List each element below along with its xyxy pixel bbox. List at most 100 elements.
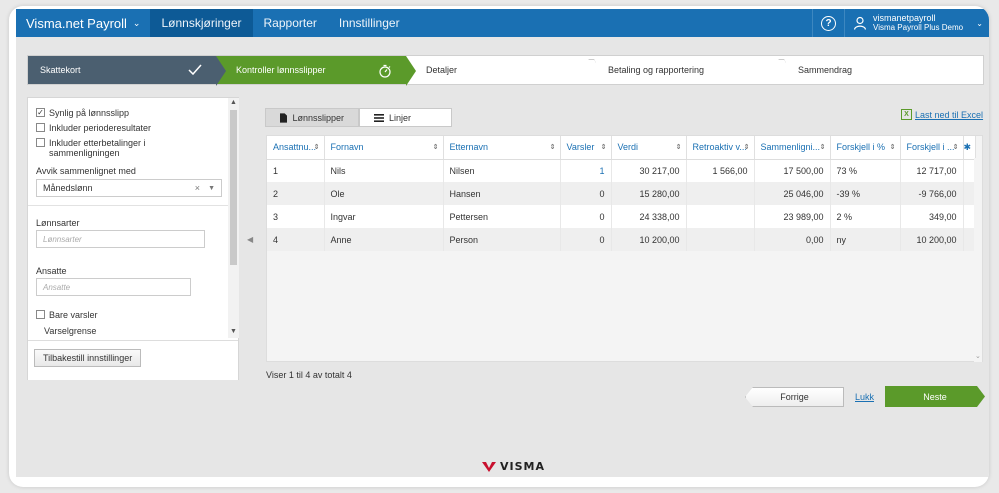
- column-header[interactable]: Sammenligni... ⇕: [754, 136, 831, 160]
- sort-icon: ⇕: [432, 144, 439, 151]
- logo-text: VISMA: [500, 460, 545, 473]
- app-switcher[interactable]: Visma.net Payroll ⌄: [16, 9, 150, 37]
- employees-input[interactable]: Ansatte: [36, 278, 191, 296]
- cell-retroactive: [686, 182, 755, 205]
- column-settings-button[interactable]: ✱: [963, 136, 976, 160]
- close-link[interactable]: Lukk: [855, 392, 874, 402]
- previous-button[interactable]: Forrige: [745, 387, 844, 407]
- reset-settings-button[interactable]: Tilbakestill innstillinger: [34, 349, 142, 367]
- only-warnings-checkbox[interactable]: [36, 310, 45, 319]
- step-tax-cards[interactable]: Skattekort: [28, 56, 226, 86]
- checkbox-label: Inkluder etterbetalinger i sammenligning…: [49, 138, 146, 158]
- sort-icon: ⇕: [675, 144, 682, 151]
- paging-info: Viser 1 til 4 av totalt 4: [266, 370, 352, 380]
- include-period-results-checkbox[interactable]: [36, 123, 45, 132]
- step-label: Skattekort: [40, 65, 81, 75]
- top-navigation-bar: Visma.net Payroll ⌄ Lønnskjøringer Rappo…: [16, 9, 989, 37]
- scroll-down-icon[interactable]: ⌄: [975, 352, 981, 360]
- nav-payroll-runs[interactable]: Lønnskjøringer: [150, 9, 253, 37]
- visible-on-payslip-option[interactable]: ✓ Synlig på lønnsslipp: [28, 108, 228, 118]
- excel-icon: X: [901, 109, 912, 120]
- column-header[interactable]: Forskjell i % ⇕: [830, 136, 901, 160]
- scroll-up-icon[interactable]: ▲: [230, 99, 237, 106]
- tab-label: Linjer: [389, 112, 412, 123]
- table-header-row: Ansattnu... ⇕ Fornavn ⇕ Etternavn ⇕ Varsler…: [267, 136, 976, 160]
- payslip-table: Ansattnu... ⇕ Fornavn ⇕ Etternavn ⇕ Varsler…: [267, 136, 976, 251]
- user-company: Visma Payroll Plus Demo: [873, 23, 964, 32]
- step-details[interactable]: Detaljer: [406, 56, 596, 84]
- sort-icon: ⇕: [952, 144, 959, 151]
- column-header[interactable]: Ansattnu... ⇕: [267, 136, 325, 160]
- scrollbar-thumb[interactable]: [230, 110, 237, 265]
- checkbox-label: Synlig på lønnsslipp: [49, 108, 130, 118]
- warning-limit-label: Varselgrense: [44, 326, 97, 336]
- table-row[interactable]: 1 Nils Nilsen 1 30 217,00 1 566,00 17 50…: [267, 159, 976, 182]
- cell-warnings: 0: [560, 205, 612, 228]
- compare-select[interactable]: Månedslønn × ▼: [36, 179, 222, 197]
- clear-icon[interactable]: ×: [195, 183, 200, 193]
- tab-lines[interactable]: Linjer: [359, 108, 452, 127]
- cell-last-name: Person: [443, 228, 561, 251]
- column-header[interactable]: Retroaktiv v... ⇕: [686, 136, 755, 160]
- download-excel-label: Last ned til Excel: [915, 109, 984, 120]
- cell-last-name: Nilsen: [443, 159, 561, 182]
- filter-scrollbar[interactable]: ▲ ▼: [228, 98, 239, 338]
- dropdown-arrow-icon[interactable]: ▼: [208, 185, 215, 192]
- collapse-panel-icon[interactable]: ◀: [247, 235, 253, 244]
- cell-diff-amount: 349,00: [900, 205, 964, 228]
- tab-payslips[interactable]: Lønnsslipper: [265, 108, 359, 127]
- app: Visma.net Payroll ⌄ Lønnskjøringer Rappo…: [16, 9, 989, 477]
- nav-settings[interactable]: Innstillinger: [328, 9, 411, 37]
- download-excel-link[interactable]: X Last ned til Excel: [901, 109, 983, 120]
- cell-comparison: 25 046,00: [754, 182, 831, 205]
- help-icon: ?: [821, 15, 836, 31]
- app-title: Visma.net Payroll: [26, 15, 127, 31]
- cell-diff-amount: 10 200,00: [900, 228, 964, 251]
- step-payment-reporting[interactable]: Betaling og rapportering: [596, 56, 786, 84]
- column-header[interactable]: Varsler ⇕: [560, 136, 612, 160]
- only-warnings-option[interactable]: Bare varsler: [28, 310, 228, 320]
- table-row[interactable]: 2 Ole Hansen 0 15 280,00 25 046,00 -39 %…: [267, 182, 976, 205]
- cell-employee-no: 2: [267, 182, 325, 205]
- include-after-payments-checkbox[interactable]: [36, 138, 45, 147]
- cell-warnings: 0: [560, 182, 612, 205]
- tab-label: Lønnsslipper: [292, 112, 344, 123]
- sort-icon: ⇕: [549, 144, 556, 151]
- include-period-results-option[interactable]: Inkluder perioderesultater: [28, 123, 228, 133]
- chevron-down-icon: ⌄: [976, 18, 983, 28]
- sort-icon: ⇕: [819, 144, 826, 151]
- cell-retroactive: 1 566,00: [686, 159, 755, 182]
- user-name: vismanetpayroll: [873, 13, 936, 23]
- cell-comparison: 23 989,00: [754, 205, 831, 228]
- column-header[interactable]: Fornavn ⇕: [324, 136, 444, 160]
- cell-first-name: Ingvar: [324, 205, 444, 228]
- scroll-down-icon[interactable]: ▼: [230, 328, 237, 335]
- filter-scroll-area: ✓ Synlig på lønnsslipp Inkluder perioder…: [28, 98, 228, 338]
- sort-icon: ⇕: [600, 144, 607, 151]
- cell-diff-amount: -9 766,00: [900, 182, 964, 205]
- include-after-payments-option[interactable]: Inkluder etterbetalinger i sammenligning…: [28, 138, 228, 158]
- payslip-grid: Ansattnu... ⇕ Fornavn ⇕ Etternavn ⇕ Varsler…: [266, 135, 983, 362]
- cell-comparison: 0,00: [754, 228, 831, 251]
- table-row[interactable]: 4 Anne Person 0 10 200,00 0,00 ny 10 200…: [267, 228, 976, 251]
- next-button[interactable]: Neste: [885, 386, 985, 407]
- wage-types-input[interactable]: Lønnsarter: [36, 230, 205, 248]
- table-row[interactable]: 3 Ingvar Pettersen 0 24 338,00 23 989,00…: [267, 205, 976, 228]
- visma-logo-mark: [482, 461, 496, 472]
- column-header[interactable]: Etternavn ⇕: [443, 136, 561, 160]
- help-button[interactable]: ?: [812, 9, 844, 37]
- grid-scrollbar[interactable]: ⌄: [974, 158, 982, 362]
- sort-icon: ⇕: [889, 144, 896, 151]
- nav-reports[interactable]: Rapporter: [253, 9, 328, 37]
- column-header[interactable]: Forskjell i ... ⇕: [900, 136, 964, 160]
- user-menu[interactable]: vismanetpayroll Visma Payroll Plus Demo …: [844, 9, 989, 37]
- step-summary[interactable]: Sammendrag: [786, 56, 983, 84]
- visma-logo: VISMA: [482, 460, 545, 473]
- step-check-payslips[interactable]: Kontroller lønnsslipper: [216, 56, 416, 86]
- step-label: Detaljer: [426, 65, 458, 75]
- cell-retroactive: [686, 228, 755, 251]
- cell-employee-no: 4: [267, 228, 325, 251]
- sort-icon: ⇕: [313, 144, 320, 151]
- column-header[interactable]: Verdi ⇕: [611, 136, 687, 160]
- visible-on-payslip-checkbox[interactable]: ✓: [36, 108, 45, 117]
